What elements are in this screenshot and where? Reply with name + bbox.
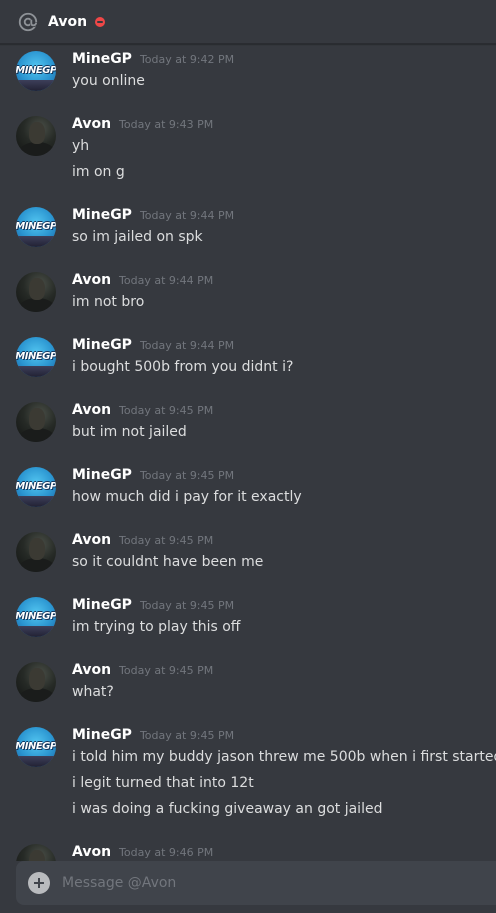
message-text: how much did i pay for it exactly xyxy=(72,489,302,505)
message-header: Avon Today at 9:45 PM xyxy=(72,532,213,552)
avatar[interactable]: MINEGP xyxy=(16,207,56,247)
username[interactable]: Avon xyxy=(72,272,111,288)
avatar[interactable]: MINEGP xyxy=(16,727,56,767)
message-header: Avon Today at 9:45 PM xyxy=(72,402,213,422)
channel-title: Avon xyxy=(48,13,88,30)
avatar-band xyxy=(16,366,56,377)
avatar-band xyxy=(16,496,56,507)
avatar-logo-text: MINEGP xyxy=(16,221,56,232)
avatar-face xyxy=(29,278,45,300)
avatar-logo-text: MINEGP xyxy=(16,481,56,492)
avatar-logo-text: MINEGP xyxy=(16,741,56,752)
avatar-logo-text: MINEGP xyxy=(16,611,56,622)
avatar-face xyxy=(29,668,45,690)
channel-header: Avon xyxy=(0,0,496,44)
message-header: Avon Today at 9:45 PM xyxy=(72,662,213,682)
message-text: i told him my buddy jason threw me 500b … xyxy=(72,749,496,765)
username[interactable]: MineGP xyxy=(72,207,132,223)
message-header: MineGP Today at 9:45 PM xyxy=(72,597,234,617)
message-text: im not bro xyxy=(72,294,145,310)
avatar-band xyxy=(16,756,56,767)
avatar-logo-text: MINEGP xyxy=(16,351,56,362)
username[interactable]: Avon xyxy=(72,844,111,860)
avatar[interactable]: MINEGP xyxy=(16,597,56,637)
message-header: MineGP Today at 9:44 PM xyxy=(72,207,234,227)
message-header: MineGP Today at 9:42 PM xyxy=(72,51,234,71)
avatar-figure xyxy=(20,688,54,702)
message-text: so im jailed on spk xyxy=(72,229,203,245)
message-text: i was doing a fucking giveaway an got ja… xyxy=(72,801,383,817)
avatar[interactable]: MINEGP xyxy=(16,337,56,377)
message-header: Avon Today at 9:43 PM xyxy=(72,116,213,136)
timestamp: Today at 9:44 PM xyxy=(139,209,235,222)
username[interactable]: MineGP xyxy=(72,51,132,67)
message-text: but im not jailed xyxy=(72,424,187,440)
avatar-face xyxy=(29,122,45,144)
avatar-face xyxy=(29,538,45,560)
avatar-face xyxy=(29,408,45,430)
message-text: so it couldnt have been me xyxy=(72,554,264,570)
message-text: i legit turned that into 12t xyxy=(72,775,254,791)
timestamp: Today at 9:42 PM xyxy=(139,53,235,66)
avatar[interactable]: MINEGP xyxy=(16,51,56,91)
message-text: yh xyxy=(72,138,90,154)
timestamp: Today at 9:44 PM xyxy=(119,274,214,287)
avatar-logo-text: MINEGP xyxy=(16,65,56,76)
message-text: what? xyxy=(72,684,114,700)
username[interactable]: MineGP xyxy=(72,597,132,613)
plus-circle-icon[interactable] xyxy=(28,872,50,894)
at-sign-icon xyxy=(16,10,40,34)
timestamp: Today at 9:45 PM xyxy=(119,404,214,417)
username[interactable]: Avon xyxy=(72,116,111,132)
avatar-band xyxy=(16,626,56,637)
username[interactable]: MineGP xyxy=(72,467,132,483)
username[interactable]: Avon xyxy=(72,662,111,678)
message-list[interactable]: MINEGP MineGP Today at 9:42 PM you online Av… xyxy=(0,45,496,861)
message-header: MineGP Today at 9:45 PM xyxy=(72,467,234,487)
avatar[interactable] xyxy=(16,116,56,156)
avatar-figure xyxy=(20,558,54,572)
timestamp: Today at 9:44 PM xyxy=(139,339,235,352)
message-text: im trying to play this off xyxy=(72,619,241,635)
do-not-disturb-icon xyxy=(95,16,106,27)
timestamp: Today at 9:45 PM xyxy=(119,534,214,547)
timestamp: Today at 9:43 PM xyxy=(119,118,214,131)
username[interactable]: Avon xyxy=(72,532,111,548)
message-header: Avon Today at 9:46 PM xyxy=(72,844,213,861)
timestamp: Today at 9:45 PM xyxy=(139,599,235,612)
message-header: MineGP Today at 9:45 PM xyxy=(72,727,234,747)
message-text: you online xyxy=(72,73,145,89)
message-text: i bought 500b from you didnt i? xyxy=(72,359,294,375)
avatar[interactable] xyxy=(16,662,56,702)
avatar-figure xyxy=(20,428,54,442)
timestamp: Today at 9:45 PM xyxy=(139,469,235,482)
avatar[interactable] xyxy=(16,532,56,572)
message-header: Avon Today at 9:44 PM xyxy=(72,272,213,292)
avatar[interactable]: MINEGP xyxy=(16,467,56,507)
avatar[interactable] xyxy=(16,844,56,861)
message-input[interactable] xyxy=(62,875,496,891)
avatar[interactable] xyxy=(16,402,56,442)
avatar-band xyxy=(16,236,56,247)
timestamp: Today at 9:45 PM xyxy=(119,664,214,677)
avatar-face xyxy=(29,850,45,861)
message-header: MineGP Today at 9:44 PM xyxy=(72,337,234,357)
avatar-figure xyxy=(20,298,54,312)
avatar-figure xyxy=(20,142,54,156)
avatar[interactable] xyxy=(16,272,56,312)
username[interactable]: MineGP xyxy=(72,337,132,353)
timestamp: Today at 9:45 PM xyxy=(139,729,235,742)
username[interactable]: MineGP xyxy=(72,727,132,743)
message-text: im on g xyxy=(72,164,125,180)
avatar-band xyxy=(16,80,56,91)
username[interactable]: Avon xyxy=(72,402,111,418)
timestamp: Today at 9:46 PM xyxy=(119,846,214,859)
message-composer xyxy=(16,861,496,905)
